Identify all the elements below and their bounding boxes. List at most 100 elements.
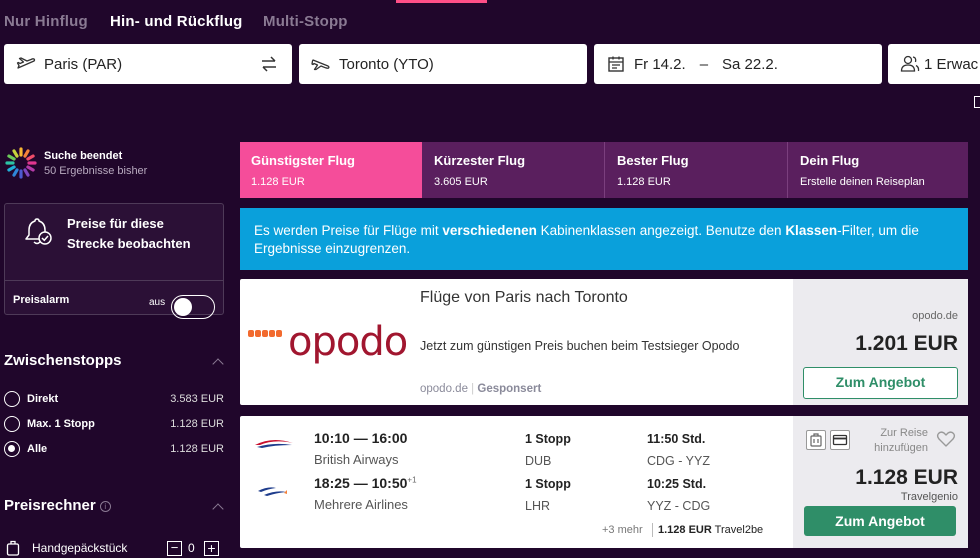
chevron-up-icon[interactable] <box>212 503 224 515</box>
price-alert-title: Preise für diese Strecke beobachten <box>67 216 191 251</box>
destination-field[interactable]: Toronto (YTO) <box>299 44 587 84</box>
tab-divider <box>604 142 605 198</box>
add-to-trip-line-2: hinzufügen <box>874 442 928 454</box>
sort-tab-price: 3.605 EUR <box>434 176 488 188</box>
flight-leg-outbound: 10:10 — 16:00 British Airways 1 Stopp DU… <box>240 430 792 474</box>
ad-footer: opodo.de | Gesponsert <box>420 383 542 395</box>
date-out-value[interactable]: Fr 14.2. <box>634 56 686 73</box>
tab-multi-stop[interactable]: Multi-Stopp <box>263 13 348 30</box>
ad-content[interactable]: opodo Flüge von Paris nach Toronto Jetzt… <box>240 279 792 405</box>
price-alert-toggle[interactable] <box>171 295 215 319</box>
stops-option-all[interactable]: Alle 1.128 EUR <box>4 441 224 459</box>
ad-site: opodo.de <box>420 383 468 395</box>
luggage-icon <box>6 540 20 556</box>
banner-bold: verschiedenen <box>442 223 537 238</box>
leg-route: YYZ - CDG <box>647 499 711 513</box>
passengers-field[interactable]: 1 Erwac <box>888 44 980 84</box>
price-calculator-label: Preisrechner <box>4 497 96 514</box>
opodo-logo-dots <box>248 324 283 342</box>
sort-tab-name: Kürzester Flug <box>434 153 526 168</box>
date-field[interactable]: Fr 14.2. – Sa 22.2. <box>594 44 882 84</box>
flight-result-card[interactable]: 10:10 — 16:00 British Airways 1 Stopp DU… <box>240 416 968 548</box>
add-to-trip-line-1: Zur Reise <box>880 427 928 439</box>
add-to-trip-label[interactable]: Zur Reise hinzufügen <box>848 426 928 456</box>
tab-one-way[interactable]: Nur Hinflug <box>4 13 88 30</box>
sort-tab-price: 1.128 EUR <box>617 176 671 188</box>
alternative-offer[interactable]: 1.128 EUR Travel2be <box>658 524 763 536</box>
passengers-value: 1 Erwac <box>924 55 979 73</box>
date-back-value[interactable]: Sa 22.2. <box>722 56 778 73</box>
leg-airline: Mehrere Airlines <box>314 497 408 512</box>
swap-icon[interactable] <box>260 54 278 74</box>
price-alert-box: Preise für diese Strecke beobachten Prei… <box>4 203 224 319</box>
chevron-up-icon[interactable] <box>212 358 224 370</box>
leg-time-range: 18:25 — 10:50 <box>314 475 408 491</box>
increment-button[interactable]: + <box>204 541 219 556</box>
ad-offer-button[interactable]: Zum Angebot <box>803 367 958 399</box>
sort-tab-subtitle: Erstelle deinen Reiseplan <box>800 176 925 188</box>
luggage-icon <box>806 430 826 450</box>
price-alert-label: Preisalarm <box>13 294 70 306</box>
radio-button-checked[interactable] <box>4 441 20 457</box>
tab-divider <box>787 142 788 198</box>
leg-day-offset: +1 <box>407 475 417 485</box>
banner-text: Kabinenklassen angezeigt. Benutze den <box>536 223 786 238</box>
sponsored-ad-card[interactable]: opodo Flüge von Paris nach Toronto Jetzt… <box>240 279 968 405</box>
toggle-knob <box>174 298 192 316</box>
sort-tab-cheapest[interactable]: Günstigster Flug 1.128 EUR <box>240 142 422 198</box>
ad-title: Flüge von Paris nach Toronto <box>420 289 628 306</box>
ad-sponsored: Gesponsert <box>477 383 542 395</box>
stops-filter-title[interactable]: Zwischenstopps <box>4 352 122 369</box>
sort-tab-shortest[interactable]: Kürzester Flug 3.605 EUR <box>423 142 604 198</box>
stops-option-max-one[interactable]: Max. 1 Stopp 1.128 EUR <box>4 416 224 434</box>
sort-tab-price: 1.128 EUR <box>251 176 305 188</box>
active-tab-indicator <box>396 0 487 3</box>
tab-round-trip[interactable]: Hin- und Rückflug <box>110 13 243 30</box>
leg-via: LHR <box>525 499 551 513</box>
sort-tab-name: Dein Flug <box>800 153 860 168</box>
heart-icon[interactable] <box>936 430 956 448</box>
price-calculator-title[interactable]: Preisrechner i <box>4 497 111 514</box>
sort-tabs: Günstigster Flug 1.128 EUR Kürzester Flu… <box>240 142 968 198</box>
alt-offer-provider: Travel2be <box>714 524 764 536</box>
flight-details[interactable]: 10:10 — 16:00 British Airways 1 Stopp DU… <box>240 416 792 548</box>
date-separator: – <box>699 55 709 73</box>
leg-via: DUB <box>525 454 552 468</box>
sort-tab-best[interactable]: Bester Flug 1.128 EUR <box>606 142 787 198</box>
sort-tab-name: Günstigster Flug <box>251 153 355 168</box>
passenger-icon <box>900 54 920 74</box>
info-icon[interactable]: i <box>99 500 111 512</box>
plane-takeoff-icon <box>16 54 36 74</box>
banner-bold: Klassen <box>785 223 838 238</box>
radio-button[interactable] <box>4 391 20 407</box>
ad-price: 1.201 EUR <box>855 332 958 355</box>
origin-field[interactable]: Paris (PAR) <box>4 44 292 84</box>
alert-divider <box>5 280 223 281</box>
alt-offer-price: 1.128 EUR <box>658 524 712 536</box>
decrement-button[interactable]: − <box>167 541 182 556</box>
flight-offer-button[interactable]: Zum Angebot <box>804 506 956 536</box>
stops-option-label: Direkt <box>27 393 59 405</box>
cabin-class-icon[interactable] <box>974 96 980 108</box>
price-alert-state: aus <box>149 297 166 308</box>
flight-provider: Travelgenio <box>900 491 958 503</box>
leg-route: CDG - YYZ <box>647 454 710 468</box>
radio-button[interactable] <box>4 416 20 432</box>
more-offers-link[interactable]: +3 mehr <box>602 524 643 536</box>
status-subtitle: 50 Ergebnisse bisher <box>44 165 148 177</box>
opodo-logo: opodo <box>288 319 408 365</box>
payment-card-icon <box>830 430 850 450</box>
leg-stops: 1 Stopp <box>525 432 571 446</box>
stops-option-price: 1.128 EUR <box>170 443 224 455</box>
flight-leg-return: 18:25 — 10:50+1 Mehrere Airlines 1 Stopp… <box>240 475 792 519</box>
leg-times: 18:25 — 10:50+1 <box>314 475 417 491</box>
leg-times: 10:10 — 16:00 <box>314 430 407 446</box>
bell-check-icon <box>25 218 52 245</box>
calendar-icon <box>606 54 626 74</box>
offer-divider <box>652 523 653 537</box>
status-title: Suche beendet <box>44 150 123 162</box>
sort-tab-name: Bester Flug <box>617 153 689 168</box>
stops-option-direct[interactable]: Direkt 3.583 EUR <box>4 391 224 409</box>
sort-tab-custom[interactable]: Dein Flug Erstelle deinen Reiseplan <box>789 142 968 198</box>
leg-duration: 10:25 Std. <box>647 477 707 491</box>
